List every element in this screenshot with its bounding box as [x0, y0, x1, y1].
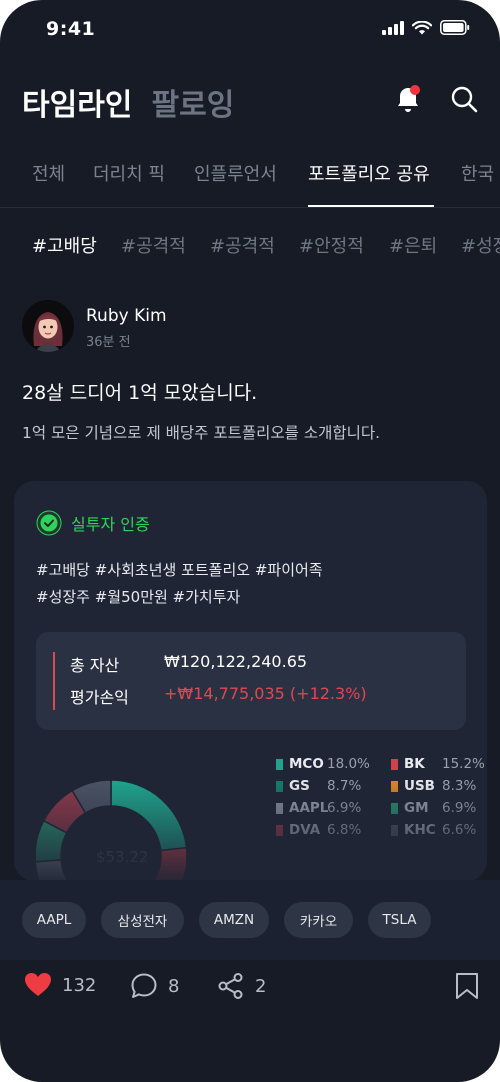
tab-following[interactable]: 팔로잉	[152, 88, 235, 123]
total-assets-value: ₩120,122,240.65	[164, 652, 308, 671]
tab-influencer[interactable]: 인플루언서	[194, 160, 277, 186]
verified-label: 실투자 인증	[71, 515, 150, 534]
tab-timeline[interactable]: 타임라인	[22, 88, 132, 123]
legend-item-dva: DVA 6.8%	[276, 822, 361, 838]
legend-swatch	[391, 802, 398, 814]
portfolio-card[interactable]: 실투자 인증 #고배당 #사회초년생 포트폴리오 #파이어족 #성장주 #월50…	[14, 481, 487, 881]
pnl-value: +₩14,775,035 (+12.3%)	[164, 684, 367, 703]
stock-chip[interactable]: 카카오	[284, 902, 353, 938]
comment-count: 8	[168, 975, 180, 997]
allocation-chart: $53.22 MCO 18.0% BK 15.2% GS 8.7% USB 8.3% AAPL 6…	[36, 756, 485, 881]
legend-percent: 8.3%	[442, 778, 477, 794]
comment-icon	[131, 973, 157, 998]
bell-icon[interactable]	[394, 84, 422, 114]
legend-swatch	[276, 802, 283, 814]
related-stocks: AAPL 삼성전자 AMZN 카카오 TSLA	[0, 880, 500, 960]
legend-name: DVA	[289, 822, 321, 838]
legend-name: KHC	[404, 822, 436, 838]
active-tab-indicator	[308, 205, 434, 207]
legend-name: GM	[404, 800, 429, 816]
battery-icon	[440, 20, 470, 35]
category-tabs: 전체 더리치 픽 인플루언서 포트폴리오 공유 한국	[0, 150, 500, 208]
legend-swatch	[391, 780, 398, 792]
donut-slice-mco	[110, 779, 188, 852]
heart-icon	[25, 973, 51, 996]
hashtag-chip[interactable]: #공격적	[210, 232, 275, 258]
legend-percent: 15.2%	[442, 756, 485, 772]
comment-button[interactable]: 8	[130, 972, 179, 1000]
portfolio-tags: #고배당 #사회초년생 포트폴리오 #파이어족 #성장주 #월50만원 #가치투…	[36, 557, 476, 611]
hashtag-chip[interactable]: #고배당	[32, 232, 97, 258]
post-actions: 132 8 2	[0, 960, 500, 1020]
legend-item-gm: GM 6.9%	[391, 800, 476, 816]
signal-icon	[382, 20, 404, 35]
avatar[interactable]	[22, 300, 74, 352]
legend-item-usb: USB 8.3%	[391, 778, 476, 794]
legend-swatch	[276, 758, 283, 770]
phone-screen: 9:41 타임라인 팔로잉 전체 더리치 픽 인플루언서 포트폴리오 공유 한국…	[0, 0, 500, 1082]
hashtag-chip[interactable]: #성장	[461, 232, 500, 258]
bookmark-button[interactable]	[455, 972, 479, 1000]
share-icon	[218, 973, 243, 999]
hashtag-chip[interactable]: #안정적	[299, 232, 364, 258]
tab-korea[interactable]: 한국	[461, 160, 494, 186]
wifi-icon	[412, 20, 432, 34]
legend-percent: 18.0%	[327, 756, 370, 772]
stock-chip[interactable]: 삼성전자	[101, 902, 184, 938]
share-button[interactable]: 2	[217, 972, 266, 1000]
legend-item-khc: KHC 6.6%	[391, 822, 476, 838]
tab-portfolio-share[interactable]: 포트폴리오 공유	[308, 160, 430, 186]
legend-item-gs: GS 8.7%	[276, 778, 361, 794]
donut-slice-aapl	[36, 859, 69, 881]
verified-badge: 실투자 인증	[36, 510, 150, 536]
legend-swatch	[276, 780, 283, 792]
legend-percent: 6.9%	[327, 800, 362, 816]
post-body: 1억 모은 기념으로 제 배당주 포트폴리오를 소개합니다.	[22, 424, 381, 442]
legend-swatch	[276, 824, 283, 836]
page-header: 타임라인 팔로잉	[22, 80, 478, 124]
legend-name: AAPL	[289, 800, 329, 816]
stock-chip[interactable]: TSLA	[368, 902, 431, 938]
like-button[interactable]: 132	[24, 972, 96, 998]
status-time: 9:41	[46, 18, 96, 40]
tab-therich-pick[interactable]: 더리치 픽	[93, 160, 165, 186]
accent-bar	[53, 652, 55, 710]
legend-item-aapl: AAPL 6.9%	[276, 800, 361, 816]
legend-percent: 6.6%	[442, 822, 477, 838]
search-icon[interactable]	[450, 84, 478, 114]
portfolio-tags-line: #고배당 #사회초년생 포트폴리오 #파이어족	[36, 561, 323, 579]
hashtag-filter-bar: #고배당 #공격적 #공격적 #안정적 #은퇴 #성장	[0, 232, 500, 262]
pnl-label: 평가손익	[70, 688, 129, 707]
legend-name: GS	[289, 778, 310, 794]
like-count: 132	[62, 974, 97, 996]
legend-percent: 6.8%	[327, 822, 362, 838]
tab-all[interactable]: 전체	[32, 160, 65, 186]
status-bar: 9:41	[0, 0, 500, 60]
share-count: 2	[255, 975, 267, 997]
stock-chip[interactable]: AAPL	[22, 902, 86, 938]
post-time: 36분 전	[86, 335, 131, 350]
asset-summary: 총 자산 ₩120,122,240.65 평가손익 +₩14,775,035 (…	[36, 632, 466, 730]
total-assets-label: 총 자산	[70, 656, 120, 675]
legend-swatch	[391, 758, 398, 770]
bookmark-icon	[456, 973, 478, 999]
legend-item-mco: MCO 18.0%	[276, 756, 370, 772]
legend-name: MCO	[289, 756, 324, 772]
post-title: 28살 드디어 1억 모았습니다.	[22, 382, 258, 404]
legend-name: BK	[404, 756, 425, 772]
portfolio-tags-line: #성장주 #월50만원 #가치투자	[36, 588, 241, 606]
legend-item-bk: BK 15.2%	[391, 756, 485, 772]
author-name[interactable]: Ruby Kim	[86, 306, 167, 326]
legend-name: USB	[404, 778, 435, 794]
hashtag-chip[interactable]: #은퇴	[389, 232, 437, 258]
legend-swatch	[391, 824, 398, 836]
donut-center-value: $53.22	[96, 848, 149, 866]
check-circle-icon	[36, 510, 62, 536]
legend-percent: 6.9%	[442, 800, 477, 816]
hashtag-chip[interactable]: #공격적	[121, 232, 186, 258]
stock-chip[interactable]: AMZN	[199, 902, 269, 938]
legend-percent: 8.7%	[327, 778, 362, 794]
